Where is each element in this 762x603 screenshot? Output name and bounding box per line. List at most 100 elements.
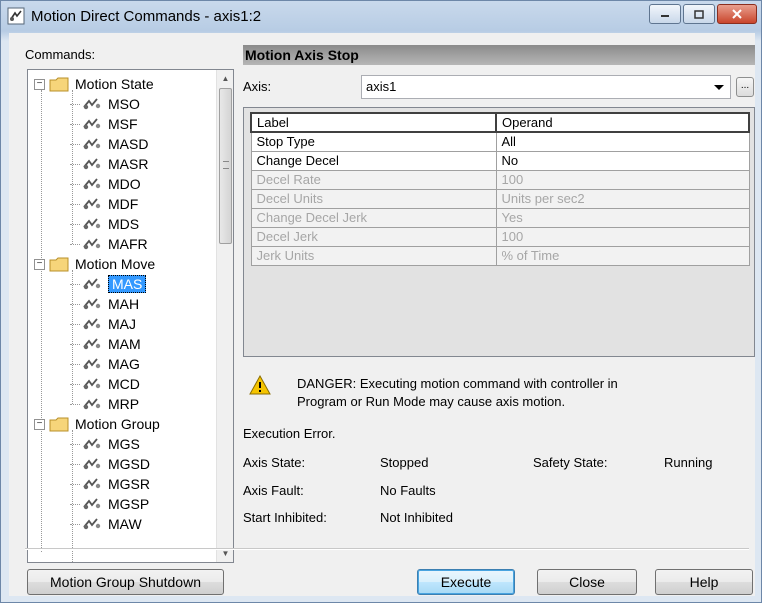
tree-command-item[interactable]: MAJ: [70, 314, 136, 334]
axis-fault-label: Axis Fault:: [243, 483, 304, 498]
tree-command-item[interactable]: MSO: [70, 94, 140, 114]
table-row: Decel Jerk 100: [250, 226, 750, 247]
tree-scrollbar[interactable]: ▲ ▼: [216, 70, 233, 562]
tree-command-label: MDF: [108, 196, 139, 212]
operand-grid: Label Operand Stop Type All Change Decel No…: [243, 107, 755, 357]
row-operand: 100: [495, 169, 750, 190]
row-operand: % of Time: [495, 245, 750, 266]
commands-tree[interactable]: − Motion State MSO MSF MASD MASR MDO MDF MDS MAFR…: [27, 69, 234, 563]
tree-command-item[interactable]: MGSP: [70, 494, 149, 514]
row-operand[interactable]: No: [495, 150, 750, 171]
dialog-client: Commands: − Motion State MSO MSF MASD MASR MDO…: [9, 33, 755, 596]
tree-command-label: MAG: [108, 356, 140, 372]
tree-command-label: MASR: [108, 156, 149, 172]
tree-command-item[interactable]: MDO: [70, 174, 141, 194]
motion-axis-icon: [7, 7, 25, 25]
row-label: Change Decel: [250, 150, 497, 171]
danger-message: DANGER: Executing motion command with co…: [297, 375, 697, 411]
window-title: Motion Direct Commands - axis1:2: [31, 7, 262, 25]
row-label: Jerk Units: [250, 245, 497, 266]
row-operand[interactable]: All: [495, 131, 750, 152]
tree-command-item[interactable]: MAH: [70, 294, 139, 314]
motion-command-icon: [83, 98, 101, 110]
row-operand: 100: [495, 226, 750, 247]
motion-command-icon: [83, 218, 101, 230]
scrollbar-thumb[interactable]: [219, 88, 232, 244]
tree-command-item[interactable]: MGSR: [70, 474, 150, 494]
help-button[interactable]: Help: [655, 569, 753, 595]
motion-command-icon: [83, 198, 101, 210]
operand-table: Label Operand Stop Type All Change Decel No…: [250, 112, 750, 266]
tree-command-label: MCD: [108, 376, 140, 392]
tree-command-label: MDS: [108, 216, 140, 232]
tree-command-item[interactable]: MRP: [70, 394, 139, 414]
row-operand: Yes: [495, 207, 750, 228]
row-label: Decel Rate: [250, 169, 497, 190]
tree-command-item[interactable]: MSF: [70, 114, 138, 134]
close-button[interactable]: Close: [537, 569, 637, 595]
title-bar[interactable]: Motion Direct Commands - axis1:2: [1, 1, 761, 31]
motion-command-icon: [83, 298, 101, 310]
panel-title: Motion Axis Stop: [243, 45, 755, 65]
tree-command-item[interactable]: MASD: [70, 134, 148, 154]
tree-command-item[interactable]: MASR: [70, 154, 148, 174]
tree-command-item[interactable]: MGSD: [70, 454, 150, 474]
tree-command-item[interactable]: MAS: [70, 274, 147, 294]
tree-group-label: Motion State: [75, 76, 154, 92]
tree-group-label: Motion Group: [75, 416, 160, 432]
tree-command-label: MRP: [108, 396, 140, 412]
safety-state-value: Running: [664, 455, 713, 470]
motion-command-icon: [83, 158, 101, 170]
collapse-icon[interactable]: −: [34, 78, 45, 90]
motion-command-icon: [83, 378, 101, 390]
table-row[interactable]: Stop Type All: [250, 131, 750, 152]
table-row[interactable]: Change Decel No: [250, 150, 750, 171]
table-row: Change Decel Jerk Yes: [250, 207, 750, 228]
execute-button[interactable]: Execute: [417, 569, 515, 595]
motion-command-icon: [83, 518, 101, 530]
tree-command-label: MSF: [108, 116, 138, 132]
warning-icon: [249, 375, 271, 395]
motion-command-icon: [83, 438, 101, 450]
motion-command-icon: [83, 178, 101, 190]
danger-line-2: Program or Run Mode may cause axis motio…: [297, 394, 566, 409]
safety-state-label: Safety State:: [533, 455, 608, 470]
axis-state-label: Axis State:: [243, 455, 306, 470]
tree-command-item[interactable]: MAM: [70, 334, 141, 354]
tree-command-item[interactable]: MGS: [70, 434, 140, 454]
tree-group[interactable]: − Motion Group: [34, 414, 160, 434]
chevron-down-icon[interactable]: [714, 85, 724, 90]
maximize-button[interactable]: [683, 4, 715, 24]
divider: [25, 548, 749, 550]
axis-state-value: Stopped: [380, 455, 429, 470]
tree-command-label: MAFR: [108, 236, 148, 252]
tree-command-item[interactable]: MAFR: [70, 234, 148, 254]
tree-group[interactable]: − Motion State: [34, 74, 154, 94]
axis-browse-button[interactable]: ...: [736, 77, 754, 97]
tree-command-item[interactable]: MCD: [70, 374, 140, 394]
dialog-window: Motion Direct Commands - axis1:2 Command…: [0, 0, 762, 603]
tree-line: [41, 90, 42, 552]
tree-command-item[interactable]: MAG: [70, 354, 140, 374]
close-window-button[interactable]: [717, 4, 757, 24]
table-row: Decel Units Units per sec2: [250, 188, 750, 209]
axis-select[interactable]: axis1: [361, 75, 731, 99]
motion-command-icon: [83, 358, 101, 370]
tree-command-label: MGSP: [108, 496, 150, 512]
collapse-icon[interactable]: −: [34, 418, 45, 430]
tree-command-item[interactable]: MDS: [70, 214, 139, 234]
tree-command-label: MASD: [108, 136, 149, 152]
collapse-icon[interactable]: −: [34, 258, 45, 270]
row-label: Decel Units: [250, 188, 497, 209]
row-label: Stop Type: [250, 131, 497, 152]
tree-command-item[interactable]: MDF: [70, 194, 138, 214]
tree-command-item[interactable]: MAW: [70, 514, 142, 534]
minimize-button[interactable]: [649, 4, 681, 24]
axis-label: Axis:: [243, 79, 272, 94]
folder-icon: [49, 417, 69, 431]
motion-group-shutdown-button[interactable]: Motion Group Shutdown: [27, 569, 224, 595]
scroll-up-arrow-icon[interactable]: ▲: [217, 70, 233, 87]
folder-icon: [49, 77, 69, 91]
tree-command-label: MGSR: [108, 476, 150, 492]
tree-group[interactable]: − Motion Move: [34, 254, 155, 274]
